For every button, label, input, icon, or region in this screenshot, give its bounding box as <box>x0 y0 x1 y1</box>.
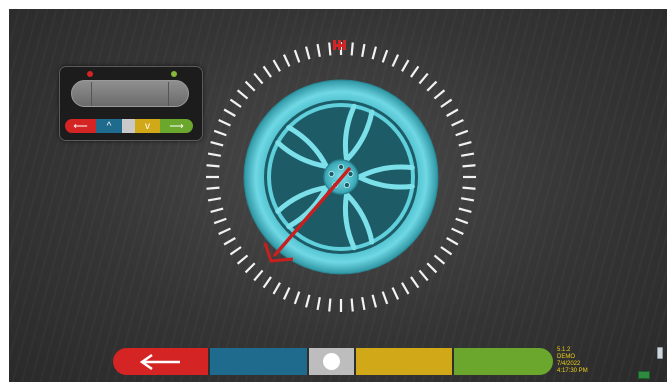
dial-tick <box>350 42 354 56</box>
mode-text: DEMO <box>557 354 575 360</box>
dial-tick <box>371 294 378 308</box>
dial-tick <box>223 108 236 117</box>
dial-tick <box>455 129 469 137</box>
dial-tick <box>451 118 464 127</box>
dial-tick <box>223 237 236 246</box>
dial-tick <box>272 282 281 295</box>
dial-tick <box>440 246 453 256</box>
dial-tick <box>381 49 389 63</box>
dial-tick <box>304 294 311 308</box>
dial-tick <box>236 254 249 265</box>
dial-tick <box>381 291 389 305</box>
dial-tick <box>282 287 291 300</box>
dial-tick <box>206 164 220 168</box>
dial-tick <box>433 254 446 265</box>
dial-tick <box>316 43 321 58</box>
lug-nut <box>343 182 350 189</box>
dial-tick <box>206 186 220 190</box>
dial-tick <box>350 298 354 312</box>
version-text: 5.1.2 <box>557 347 571 353</box>
dial-tick <box>410 276 420 289</box>
dial-tick <box>460 197 475 202</box>
dial-tick <box>418 72 429 85</box>
dial-tick <box>462 164 476 168</box>
lug-nut <box>337 163 344 170</box>
back-arrow-icon <box>139 353 180 370</box>
dial-tick <box>401 282 410 295</box>
dial-tick <box>410 65 420 78</box>
dial-tick <box>218 118 231 127</box>
dial-tick <box>426 262 438 274</box>
dial-tick <box>371 46 378 60</box>
dial-tick <box>293 291 301 305</box>
dial-tick <box>218 227 231 236</box>
dial-tick <box>213 129 227 137</box>
dial-tick <box>253 269 264 282</box>
dial-tick <box>446 108 459 117</box>
dial-tick <box>440 98 453 108</box>
network-icon <box>638 371 650 379</box>
dial-tick <box>293 49 301 63</box>
circle-icon <box>323 353 340 370</box>
dial-tick <box>460 152 475 157</box>
dial-tick <box>236 89 249 100</box>
blue-function-button[interactable] <box>210 348 309 375</box>
bottom-toolbar <box>113 348 553 375</box>
battery-icon <box>657 347 663 359</box>
dial-tick <box>210 207 224 214</box>
time-text: 4:17:30 PM <box>557 368 588 374</box>
dial-tick <box>391 287 400 300</box>
dial-tick <box>316 296 321 311</box>
dial-tick <box>210 140 224 147</box>
back-button[interactable] <box>113 348 210 375</box>
dial-tick <box>446 237 459 246</box>
screen-background: ⟵ ^ v ⟶ 5.1.2 DEMO 7/4/2022 4:17:30 PM <box>9 9 667 382</box>
top-position-marker <box>333 40 346 50</box>
dial-tick <box>361 43 366 58</box>
dial-tick <box>229 98 242 108</box>
dial-tick <box>304 46 311 60</box>
dial-tick <box>391 54 400 67</box>
dial-tick <box>361 296 366 311</box>
dial-tick <box>451 227 464 236</box>
dial-tick <box>462 186 476 190</box>
dial-tick <box>282 54 291 67</box>
dial-tick <box>418 269 429 282</box>
dial-tick <box>244 80 256 92</box>
dial-tick <box>262 276 272 289</box>
lug-nut <box>328 170 335 177</box>
center-button[interactable] <box>309 348 356 375</box>
yellow-function-button[interactable] <box>356 348 454 375</box>
dial-tick <box>328 42 332 56</box>
green-function-button[interactable] <box>454 348 553 375</box>
dial-tick <box>458 207 472 214</box>
dial-tick <box>433 89 446 100</box>
dial-tick <box>207 152 222 157</box>
dial-tick <box>401 59 410 72</box>
dial-tick <box>328 298 332 312</box>
status-info: 5.1.2 DEMO 7/4/2022 4:17:30 PM <box>557 347 588 375</box>
dial-tick <box>262 65 272 78</box>
dial-tick <box>455 217 469 225</box>
dial-tick <box>229 246 242 256</box>
date-text: 7/4/2022 <box>557 361 581 367</box>
dial-tick <box>426 80 438 92</box>
dial-tick <box>207 197 222 202</box>
wheel-dial <box>206 40 476 312</box>
dial-tick <box>253 72 264 85</box>
dial-tick <box>458 140 472 147</box>
dial-tick <box>244 262 256 274</box>
dial-tick <box>213 217 227 225</box>
dial-tick <box>272 59 281 72</box>
lug-nut <box>347 170 354 177</box>
